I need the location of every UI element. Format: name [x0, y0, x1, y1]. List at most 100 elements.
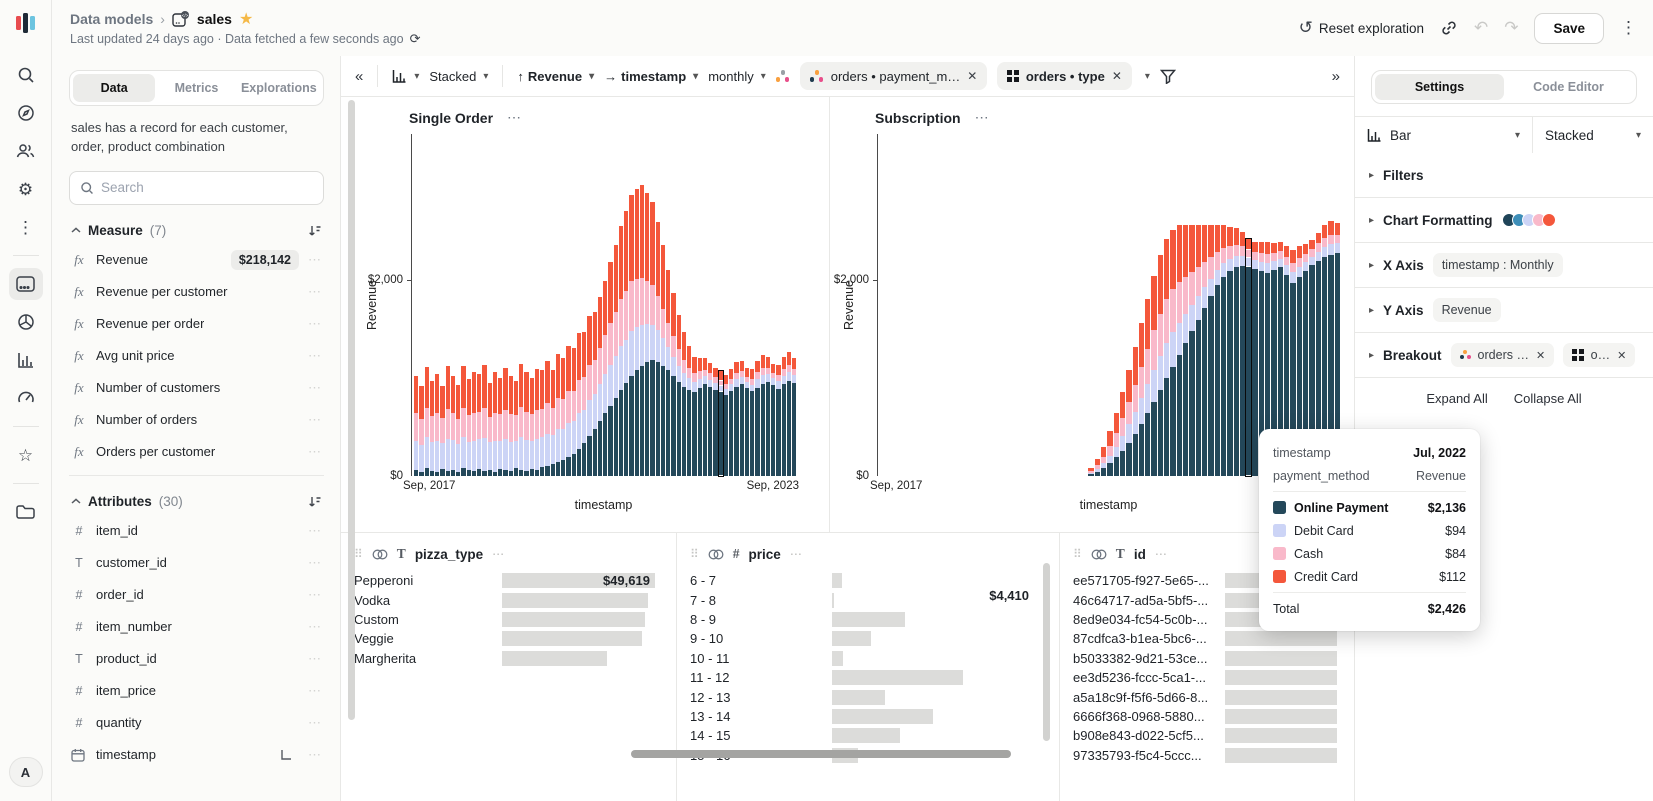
- bar[interactable]: [530, 378, 534, 476]
- row-menu-icon[interactable]: ⋯: [308, 651, 322, 667]
- bar[interactable]: [430, 381, 434, 476]
- list-item[interactable]: 13 - 14: [690, 707, 1059, 726]
- bar[interactable]: [1183, 225, 1188, 476]
- bar[interactable]: [740, 361, 744, 476]
- bar[interactable]: [1133, 347, 1138, 476]
- bar[interactable]: [572, 348, 576, 476]
- field-row-timestamp[interactable]: timestamp⋯: [69, 739, 324, 771]
- breakout-pill-payment-method[interactable]: orders • payment_m… ✕: [800, 62, 988, 90]
- chart-menu-icon[interactable]: ⋯: [975, 109, 990, 126]
- field-row-revenue[interactable]: fxRevenue$218,142⋯: [69, 244, 324, 276]
- section-x-axis[interactable]: ▸ X Axis timestamp : Monthly: [1355, 243, 1653, 288]
- y-field-dropdown[interactable]: ↑Revenue▾: [517, 69, 594, 84]
- list-item[interactable]: Custom: [354, 610, 676, 629]
- bar[interactable]: [692, 357, 696, 476]
- favorite-star-icon[interactable]: ★: [239, 9, 253, 29]
- share-link-icon[interactable]: [1440, 19, 1458, 37]
- more-kebab-icon[interactable]: ⋮: [9, 211, 43, 243]
- bar[interactable]: [1227, 227, 1232, 476]
- overflow-kebab-icon[interactable]: ⋮: [1620, 18, 1637, 38]
- collapse-panel-icon[interactable]: «: [355, 68, 363, 85]
- filter-funnel-icon[interactable]: [1160, 69, 1176, 84]
- bar[interactable]: [414, 376, 418, 476]
- bar[interactable]: [1170, 230, 1175, 476]
- list-item[interactable]: 9 - 10: [690, 629, 1059, 648]
- bar[interactable]: [1221, 225, 1226, 476]
- field-row-revenue-per-customer[interactable]: fxRevenue per customer⋯: [69, 276, 324, 308]
- bar[interactable]: [514, 381, 518, 476]
- field-row-revenue-per-order[interactable]: fxRevenue per order⋯: [69, 308, 324, 340]
- field-row-item-number[interactable]: #item_number⋯: [69, 611, 324, 643]
- bar[interactable]: [619, 226, 623, 476]
- bar[interactable]: [614, 245, 618, 476]
- tab-data[interactable]: Data: [73, 74, 155, 102]
- list-item[interactable]: 6 - 7$4,410: [690, 571, 1059, 590]
- row-menu-icon[interactable]: ⋯: [308, 252, 322, 268]
- field-section-header[interactable]: Attributes(30): [71, 494, 322, 509]
- bar[interactable]: [1252, 242, 1257, 476]
- undo-icon[interactable]: ↶: [1474, 18, 1488, 38]
- list-item[interactable]: 7 - 8: [690, 590, 1059, 609]
- column-header[interactable]: ⠿Tpizza_type⋯: [354, 542, 676, 566]
- remove-pill-icon[interactable]: ✕: [1112, 69, 1122, 83]
- bar[interactable]: [608, 262, 612, 476]
- bar-chart-icon[interactable]: [9, 344, 43, 376]
- row-menu-icon[interactable]: ⋯: [308, 412, 322, 428]
- bar[interactable]: [782, 357, 786, 476]
- bar[interactable]: [456, 385, 460, 476]
- field-row-quantity[interactable]: #quantity⋯: [69, 707, 324, 739]
- list-item[interactable]: 10 - 11: [690, 649, 1059, 668]
- tab-code-editor[interactable]: Code Editor: [1504, 74, 1633, 100]
- collapse-all-link[interactable]: Collapse All: [1514, 391, 1582, 406]
- highlighted-bar[interactable]: [1246, 239, 1251, 476]
- bar[interactable]: [666, 270, 670, 476]
- list-item[interactable]: 87cdfca3-b1ea-5bc6-...: [1073, 629, 1354, 648]
- chart-type-dropdown[interactable]: ▾: [392, 69, 419, 83]
- bar[interactable]: [493, 372, 497, 476]
- bar[interactable]: [593, 312, 597, 476]
- bar[interactable]: [488, 383, 492, 476]
- expand-panel-icon[interactable]: »: [1332, 68, 1340, 85]
- bar[interactable]: [467, 379, 471, 476]
- tab-metrics[interactable]: Metrics: [155, 74, 237, 102]
- bar[interactable]: [624, 211, 628, 476]
- save-button[interactable]: Save: [1534, 13, 1604, 44]
- remove-pill-icon[interactable]: ✕: [1536, 349, 1545, 362]
- field-row-number-of-orders[interactable]: fxNumber of orders⋯: [69, 404, 324, 436]
- folder-icon[interactable]: [9, 496, 43, 528]
- field-section-header[interactable]: Measure(7): [71, 223, 322, 238]
- refresh-icon[interactable]: ⟳: [410, 31, 421, 47]
- bar[interactable]: [1196, 225, 1201, 476]
- bar[interactable]: [566, 346, 570, 476]
- column-header[interactable]: ⠿#price⋯: [690, 542, 1059, 566]
- bar[interactable]: [1101, 447, 1106, 476]
- tab-explorations[interactable]: Explorations: [238, 74, 320, 102]
- breakout-pill-1[interactable]: orders … ✕: [1451, 343, 1555, 367]
- bar[interactable]: [713, 368, 717, 476]
- row-menu-icon[interactable]: ⋯: [308, 715, 322, 731]
- expand-all-link[interactable]: Expand All: [1426, 391, 1487, 406]
- bar[interactable]: [1114, 413, 1119, 476]
- row-menu-icon[interactable]: ⋯: [308, 747, 322, 763]
- favorites-star-icon[interactable]: ☆: [9, 439, 43, 471]
- bar[interactable]: [556, 354, 560, 476]
- bar[interactable]: [1145, 299, 1150, 476]
- field-row-customer-id[interactable]: Tcustomer_id⋯: [69, 547, 324, 579]
- sort-icon[interactable]: [308, 495, 322, 508]
- field-row-orders-per-customer[interactable]: fxOrders per customer⋯: [69, 436, 324, 468]
- breakout-pill-type[interactable]: orders • type ✕: [997, 62, 1132, 90]
- pie-chart-icon[interactable]: [9, 306, 43, 338]
- bar[interactable]: [645, 193, 649, 476]
- stack-mode-select[interactable]: Stacked ▾: [1532, 117, 1653, 153]
- bar[interactable]: [1208, 225, 1213, 476]
- bar[interactable]: [761, 355, 765, 476]
- users-icon[interactable]: [9, 135, 43, 167]
- reset-exploration-button[interactable]: ↺ Reset exploration: [1299, 18, 1424, 38]
- bar[interactable]: [482, 365, 486, 476]
- app-logo-icon[interactable]: [15, 12, 37, 34]
- list-item[interactable]: Margherita: [354, 649, 676, 668]
- bar[interactable]: [545, 361, 549, 476]
- bar[interactable]: [640, 185, 644, 476]
- compass-icon[interactable]: [9, 97, 43, 129]
- bar[interactable]: [1240, 232, 1245, 476]
